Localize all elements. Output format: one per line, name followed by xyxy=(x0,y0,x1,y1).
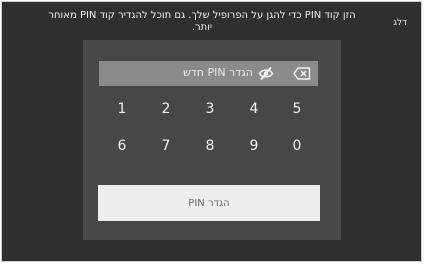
key-9[interactable]: 9 xyxy=(239,136,269,156)
key-4[interactable]: 4 xyxy=(239,99,269,119)
key-7[interactable]: 7 xyxy=(151,136,181,156)
key-6[interactable]: 6 xyxy=(107,136,137,156)
eye-off-icon[interactable] xyxy=(258,66,274,81)
key-5[interactable]: 5 xyxy=(282,99,312,119)
key-8[interactable]: 8 xyxy=(195,136,225,156)
skip-button[interactable]: דלג xyxy=(393,18,407,28)
key-0[interactable]: 0 xyxy=(282,136,312,156)
key-2[interactable]: 2 xyxy=(151,99,181,119)
pin-placeholder: הגדר PIN חדש xyxy=(182,66,253,79)
key-3[interactable]: 3 xyxy=(195,99,225,119)
instructions-text: הזן קוד PIN כדי להגן על הפרופיל שלך. גם … xyxy=(48,10,356,33)
set-pin-button[interactable]: הגדר PIN xyxy=(98,185,320,221)
pin-input-field[interactable]: הגדר PIN חדש xyxy=(99,61,318,86)
profile-pin-screen: דלג הזן קוד PIN כדי להגן על הפרופיל שלך.… xyxy=(1,1,422,262)
key-1[interactable]: 1 xyxy=(107,99,137,119)
backspace-icon[interactable] xyxy=(293,67,311,80)
